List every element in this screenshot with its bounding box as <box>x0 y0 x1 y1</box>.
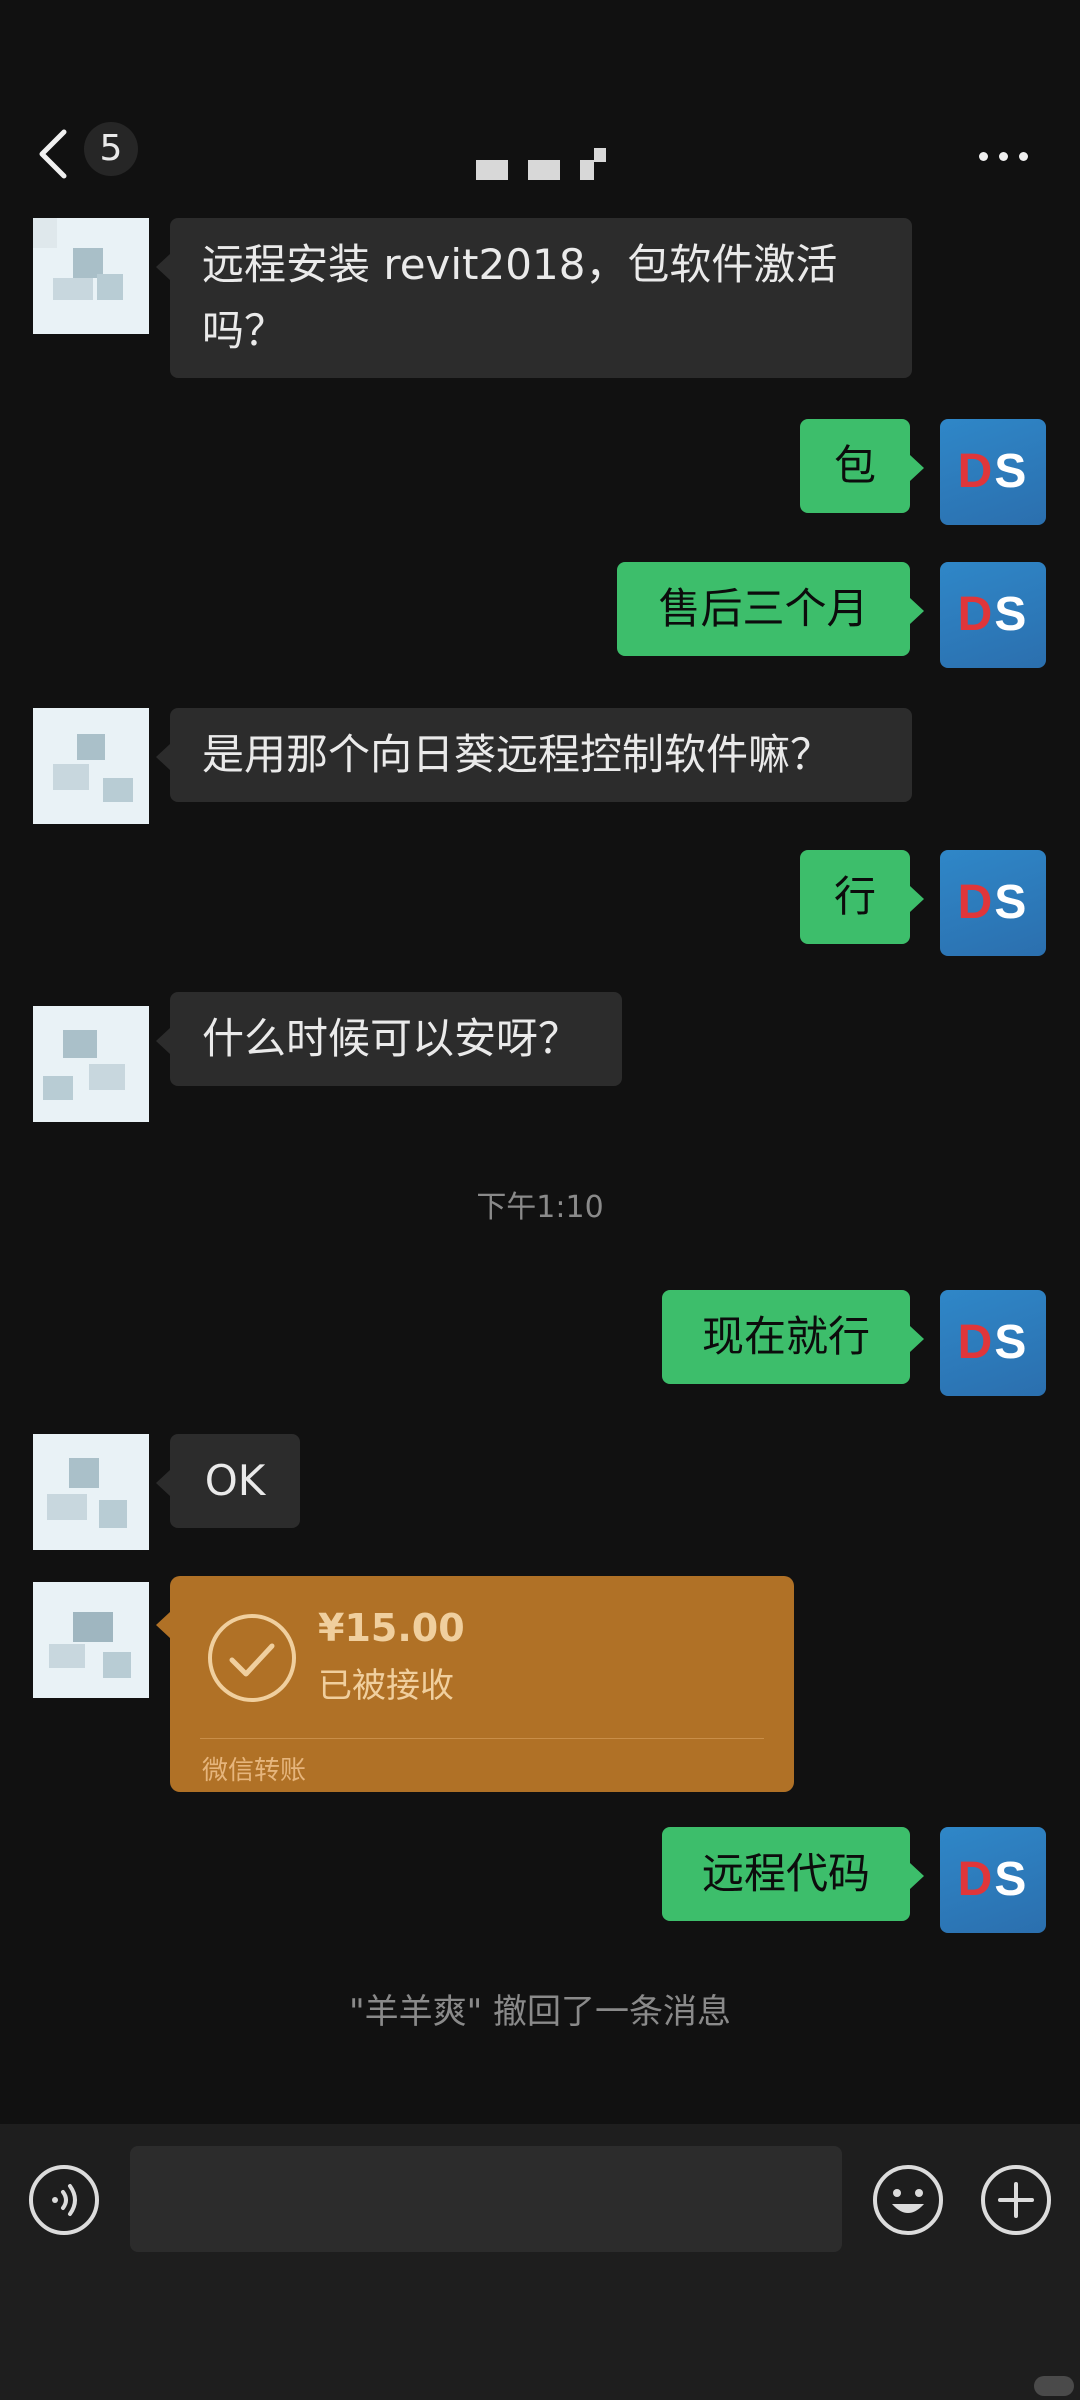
more-options-button[interactable] <box>975 140 1035 170</box>
message-bubble-incoming[interactable]: 远程安装 revit2018，包软件激活吗？ <box>156 218 912 378</box>
recall-notice: "羊羊爽" 撤回了一条消息 <box>348 1992 732 2032</box>
message-bubble-outgoing[interactable]: 现在就行 <box>662 1290 924 1384</box>
divider <box>200 1738 764 1739</box>
timestamp: 下午1:10 <box>476 1190 604 1225</box>
avatar-letter-s: S <box>994 445 1029 498</box>
message-input[interactable] <box>130 2146 842 2252</box>
avatar-letter-d: D <box>957 1853 995 1906</box>
message-bubble-outgoing[interactable]: 远程代码 <box>662 1827 924 1921</box>
avatar-letter-s: S <box>994 1316 1029 1369</box>
avatar-letter-s: S <box>994 876 1029 929</box>
back-button[interactable]: 5 <box>38 122 138 192</box>
self-avatar[interactable]: DS <box>940 419 1046 525</box>
emoji-icon <box>873 2165 943 2235</box>
self-avatar[interactable]: DS <box>940 562 1046 668</box>
self-avatar[interactable]: DS <box>940 850 1046 956</box>
avatar-letter-s: S <box>994 588 1029 641</box>
chat-header: 5 <box>0 0 1080 220</box>
message-bubble-incoming[interactable]: 是用那个向日葵远程控制软件嘛？ <box>156 708 912 802</box>
avatar-letter-s: S <box>994 1853 1029 1906</box>
message-bubble-outgoing[interactable]: 包 <box>800 419 924 513</box>
unread-count-badge: 5 <box>84 122 138 176</box>
transfer-footer-label: 微信转账 <box>202 1756 307 1786</box>
transfer-status: 已被接收 <box>318 1666 454 1706</box>
watermark-logo <box>1034 2376 1074 2396</box>
contact-avatar[interactable] <box>33 1006 149 1122</box>
emoji-button[interactable] <box>872 2164 944 2240</box>
avatar-letter-d: D <box>957 588 995 641</box>
avatar-letter-d: D <box>957 1316 995 1369</box>
message-bubble-outgoing[interactable]: 行 <box>800 850 924 944</box>
more-dots-icon <box>979 152 988 161</box>
chevron-left-icon <box>39 129 67 179</box>
more-dots-icon <box>999 152 1008 161</box>
message-bubble-incoming[interactable]: OK <box>156 1434 300 1528</box>
contact-avatar[interactable] <box>33 708 149 824</box>
message-bubble-incoming[interactable]: 什么时候可以安呀？ <box>156 992 622 1086</box>
plus-icon <box>981 2165 1051 2235</box>
avatar-letter-d: D <box>957 876 995 929</box>
contact-avatar[interactable] <box>33 218 149 334</box>
more-dots-icon <box>1019 152 1028 161</box>
transfer-amount: ¥15.00 <box>318 1606 465 1650</box>
voice-icon <box>29 2165 99 2235</box>
more-functions-button[interactable] <box>980 2164 1052 2240</box>
voice-button[interactable] <box>28 2164 100 2240</box>
contact-avatar[interactable] <box>33 1434 149 1550</box>
self-avatar[interactable]: DS <box>940 1827 1046 1933</box>
checkmark-circle-icon <box>208 1614 296 1702</box>
contact-avatar[interactable] <box>33 1582 149 1698</box>
message-bubble-outgoing[interactable]: 售后三个月 <box>617 562 924 656</box>
transfer-card[interactable]: ¥15.00 已被接收 微信转账 <box>156 1576 794 1792</box>
input-bar <box>0 2124 1080 2400</box>
avatar-letter-d: D <box>957 445 995 498</box>
self-avatar[interactable]: DS <box>940 1290 1046 1396</box>
